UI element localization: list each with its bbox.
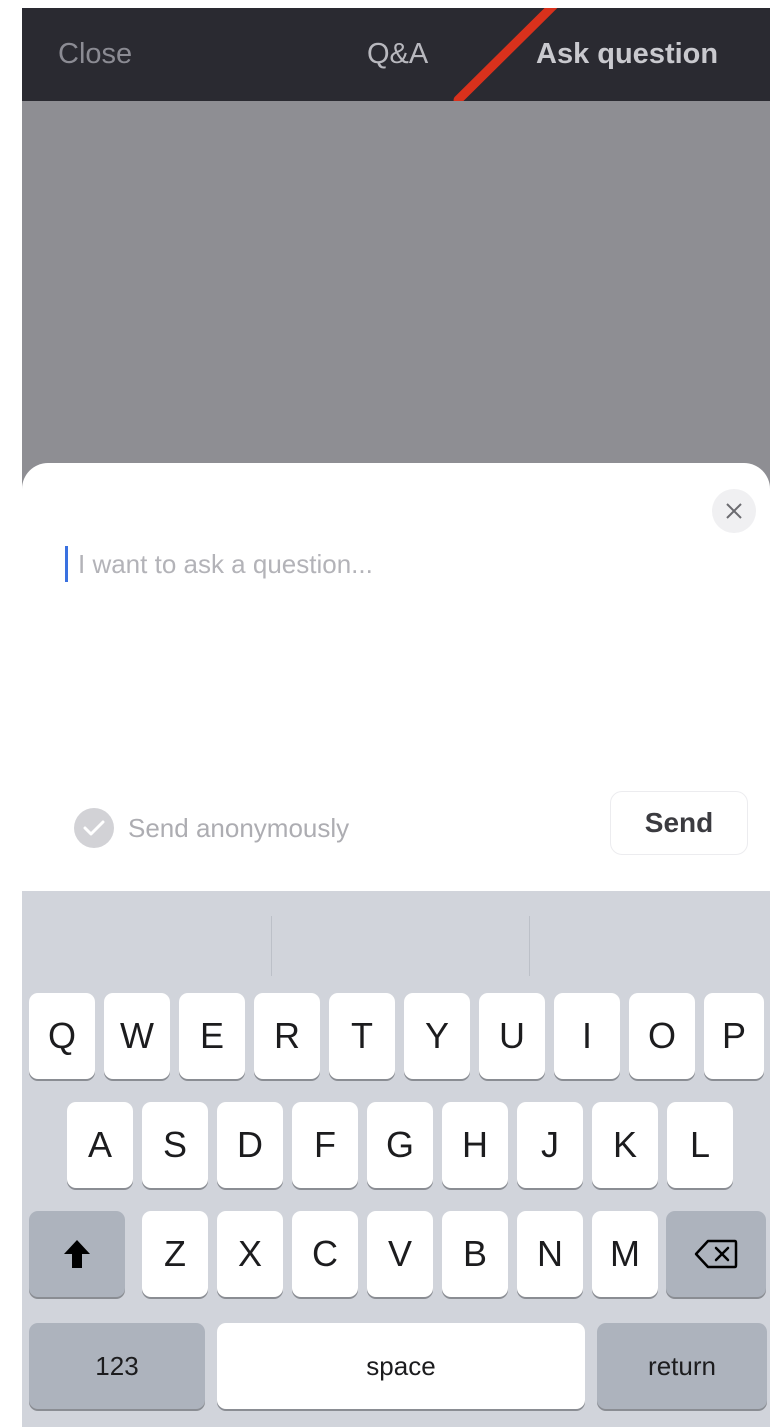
checkmark-circle-icon — [74, 808, 114, 848]
key-y[interactable]: Y — [404, 993, 470, 1079]
phone-screen: Close Q&A Ask question I want to ask a q… — [22, 8, 770, 1427]
key-g[interactable]: G — [367, 1102, 433, 1188]
page: Close Q&A Ask question I want to ask a q… — [0, 0, 770, 1427]
numbers-key[interactable]: 123 — [29, 1323, 205, 1409]
dimmed-content-area — [22, 101, 770, 463]
key-s[interactable]: S — [142, 1102, 208, 1188]
key-o[interactable]: O — [629, 993, 695, 1079]
send-button[interactable]: Send — [610, 791, 748, 855]
question-placeholder: I want to ask a question... — [78, 549, 373, 579]
key-f[interactable]: F — [292, 1102, 358, 1188]
close-sheet-button[interactable] — [712, 489, 756, 533]
x-close-icon — [726, 503, 742, 519]
key-w[interactable]: W — [104, 993, 170, 1079]
send-anonymously-toggle[interactable]: Send anonymously — [74, 806, 349, 850]
key-u[interactable]: U — [479, 993, 545, 1079]
nav-title: Q&A — [367, 38, 429, 70]
key-j[interactable]: J — [517, 1102, 583, 1188]
key-n[interactable]: N — [517, 1211, 583, 1297]
backspace-key[interactable] — [666, 1211, 766, 1297]
key-h[interactable]: H — [442, 1102, 508, 1188]
shift-arrow-icon — [64, 1240, 90, 1268]
key-c[interactable]: C — [292, 1211, 358, 1297]
key-x[interactable]: X — [217, 1211, 283, 1297]
suggestion-divider — [271, 916, 272, 976]
top-nav-bar: Close Q&A Ask question — [22, 8, 770, 101]
key-p[interactable]: P — [704, 993, 764, 1079]
space-key[interactable]: space — [217, 1323, 585, 1409]
key-r[interactable]: R — [254, 993, 320, 1079]
key-l[interactable]: L — [667, 1102, 733, 1188]
close-link[interactable]: Close — [58, 8, 132, 101]
text-caret — [65, 546, 68, 582]
key-z[interactable]: Z — [142, 1211, 208, 1297]
key-b[interactable]: B — [442, 1211, 508, 1297]
key-q[interactable]: Q — [29, 993, 95, 1079]
key-a[interactable]: A — [67, 1102, 133, 1188]
backspace-icon — [694, 1239, 738, 1269]
key-d[interactable]: D — [217, 1102, 283, 1188]
ask-question-link[interactable]: Ask question — [536, 8, 718, 101]
shift-key[interactable] — [29, 1211, 125, 1297]
send-anonymously-label: Send anonymously — [128, 812, 350, 843]
suggestion-divider — [529, 916, 530, 976]
left-margin — [0, 0, 22, 1427]
key-m[interactable]: M — [592, 1211, 658, 1297]
key-v[interactable]: V — [367, 1211, 433, 1297]
key-k[interactable]: K — [592, 1102, 658, 1188]
return-key[interactable]: return — [597, 1323, 767, 1409]
key-e[interactable]: E — [179, 993, 245, 1079]
key-t[interactable]: T — [329, 993, 395, 1079]
key-i[interactable]: I — [554, 993, 620, 1079]
